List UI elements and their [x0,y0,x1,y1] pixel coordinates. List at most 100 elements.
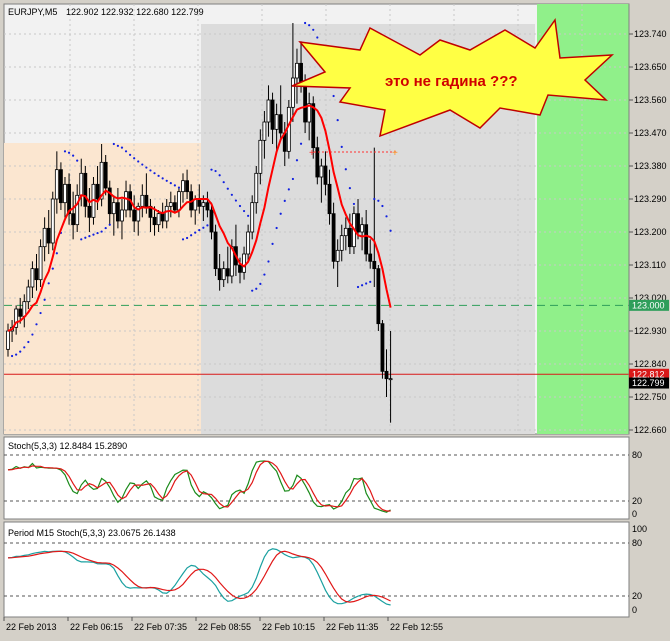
sar-dot [218,174,221,177]
sar-dot [206,224,209,227]
sar-dot [332,94,335,98]
candle-body [54,169,59,200]
sar-dot [161,177,164,180]
sar-dot [169,182,172,185]
sar-dot [133,157,136,160]
sar-dot [185,236,189,240]
time-tick-label: 22 Feb 11:35 [326,622,378,632]
sar-dot [181,238,185,241]
candle-body [71,213,76,226]
candle-body [181,180,185,193]
chart-canvas: + + EURJPY,M5 122.902 122.932 122.680 12… [3,3,669,632]
candle-body [286,106,291,152]
candle-body [290,77,295,108]
sar-dot [124,150,128,153]
candle-body [79,172,84,196]
sar-dot [173,184,176,187]
price-tick-label: 122.660 [634,425,667,435]
candle-body [221,268,226,281]
time-tick-label: 22 Feb 12:55 [390,622,443,632]
sar-dot [360,284,364,287]
sar-dot [369,280,372,283]
candle-body [18,308,23,317]
sar-dot [251,289,254,292]
symbol-timeframe: EURJPY,M5 [8,7,57,17]
dotted-level-marker-right: + [392,148,398,159]
sar-dot [116,144,119,147]
sar-dot [242,209,246,213]
sar-dot [23,346,26,349]
sar-dot [377,199,380,202]
candle-body [185,180,189,193]
candle-body [63,183,67,204]
sar-dot [19,350,22,353]
sar-dot [247,214,250,217]
sar-dot [385,215,388,218]
sar-dot [80,238,83,241]
sar-dot [283,199,286,203]
candle-body [30,268,35,288]
sar-dot [84,236,87,239]
sar-dot [291,177,294,181]
sar-dot [55,252,58,255]
candle-body [238,264,242,273]
price-tick-label: 123.740 [634,29,667,39]
sar-dot [10,354,14,358]
dotted-level-marker-left: + [309,148,315,159]
price-tick-label: 123.290 [634,194,667,204]
candle-body [95,183,100,200]
candle-body [242,253,246,273]
sar-dot [214,169,217,173]
candle-body [384,370,389,380]
sar-dot [76,159,79,162]
candle-body [246,231,251,255]
candle-body [124,191,128,211]
sar-dot [312,28,315,31]
sar-dot [63,150,67,153]
candle-body [46,227,51,244]
candle-body [217,268,222,281]
candle-body [87,205,92,218]
sar-dot [348,187,351,190]
sar-dot [263,273,266,276]
time-tick-label: 22 Feb 06:15 [70,622,123,632]
candle-body [205,202,210,211]
candle-body [172,202,177,211]
candle-body [376,268,381,325]
candle-body [343,227,348,237]
sar-dot [267,260,270,263]
candle-body [132,209,137,222]
sar-dot [373,197,376,201]
sar-dot [295,159,299,162]
candle-body [250,202,255,233]
sar-dot [287,188,290,191]
sar-dot [238,204,242,208]
stoch15-level-0: 0 [632,605,637,615]
sar-dot [31,333,34,336]
price-tick-label: 123.650 [634,62,667,72]
sar-dot [92,233,95,236]
sar-dot [96,231,99,235]
candle-body [303,84,308,123]
sar-dot [222,181,225,184]
sar-dot [275,226,278,230]
candle-body [140,194,145,207]
candle-body [26,286,31,303]
callout-text: это не гадина ??? [385,73,518,90]
sar-dot [51,267,54,270]
candle-body [156,213,161,226]
price-tick-label: 123.110 [634,260,666,270]
candle-body [372,260,377,270]
candle-body [38,246,43,281]
candle-body [266,99,271,123]
sar-dot [202,226,205,229]
candle-body [201,202,206,207]
sar-dot [230,193,233,196]
candle-body [356,213,360,233]
sar-dot [15,353,18,356]
stoch15-level-20: 20 [632,591,642,601]
candle-body [50,198,55,244]
sar-dot [177,186,181,189]
sar-dot [104,226,107,230]
time-tick-label: 22 Feb 2013 [6,622,57,632]
